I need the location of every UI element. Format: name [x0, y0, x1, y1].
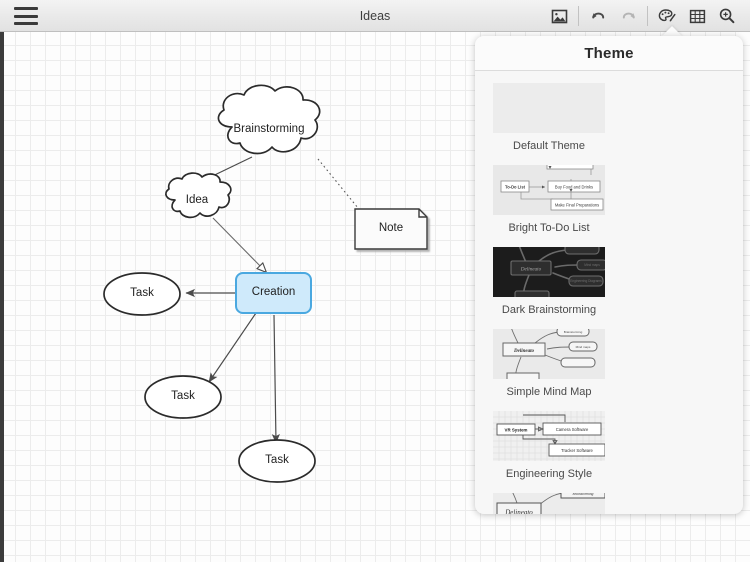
svg-text:Mind maps: Mind maps	[576, 345, 591, 349]
theme-thumbnail-simple-mind-map: Delineato Brainstorming Mind maps	[493, 329, 605, 379]
theme-thumbnail-bright-to-do-list: To-Do List Buy Food and Drinks Make Fina…	[493, 165, 605, 215]
undo-icon[interactable]	[583, 0, 613, 32]
image-icon[interactable]	[544, 0, 574, 32]
edge-idea-creation	[212, 217, 266, 272]
theme-label-dark-brainstorming: Dark Brainstorming	[501, 304, 597, 316]
node-brainstorming[interactable]	[217, 84, 321, 155]
node-idea[interactable]	[165, 172, 232, 219]
theme-thumbnail-cursive-elegant-diagram: Delineato Brainstorming Engineering Diag…	[493, 493, 605, 514]
theme-thumbnail-dark-brainstorming: Delineato Mind maps Engineering Diagrams	[493, 247, 605, 297]
svg-text:Buy Food and Drinks: Buy Food and Drinks	[555, 185, 593, 190]
svg-text:Mind maps: Mind maps	[584, 263, 600, 267]
edge-brainstorming-note	[317, 158, 359, 209]
grid-icon[interactable]	[682, 0, 712, 32]
svg-text:Delineato: Delineato	[504, 509, 533, 515]
svg-text:To-Do List: To-Do List	[505, 185, 526, 190]
theme-item-simple-mind-map[interactable]: Delineato Brainstorming Mind maps Simple…	[487, 329, 611, 399]
hamburger-bar	[14, 22, 38, 25]
toolbar-divider	[647, 6, 648, 26]
theme-label-engineering-style: Engineering Style	[505, 468, 593, 480]
theme-list: Default Theme To-Do List Buy Food and Dr…	[475, 71, 743, 514]
theme-label-default-theme: Default Theme	[513, 140, 585, 152]
zoom-icon[interactable]	[712, 0, 742, 32]
theme-item-dark-brainstorming[interactable]: Delineato Mind maps Engineering Diagrams…	[487, 247, 611, 317]
toolbar-divider	[578, 6, 579, 26]
node-creation[interactable]	[235, 272, 312, 314]
svg-text:Tracker Software: Tracker Software	[561, 448, 593, 453]
svg-text:Delineato: Delineato	[513, 349, 534, 354]
hamburger-menu-icon[interactable]	[14, 7, 38, 25]
svg-text:Engineering Diagrams: Engineering Diagrams	[570, 279, 602, 283]
node-task-2[interactable]	[144, 375, 222, 419]
theme-thumbnail-default-theme	[493, 83, 605, 133]
node-task-3[interactable]	[238, 439, 316, 483]
edge-creation-task3	[271, 314, 280, 444]
hamburger-bar	[14, 7, 38, 10]
svg-text:Brainstorming: Brainstorming	[573, 493, 594, 496]
theme-item-engineering-style[interactable]: VR System Camera Software Tracker Softwa…	[487, 411, 611, 481]
theme-label-bright-to-do-list: Bright To-Do List	[508, 222, 590, 234]
svg-text:Delineato: Delineato	[520, 267, 542, 273]
theme-label-simple-mind-map: Simple Mind Map	[506, 386, 592, 398]
toolbar-actions	[544, 0, 742, 32]
node-note[interactable]	[354, 208, 428, 250]
app-window: Ideas Brainstorming Idea Note Creation T…	[0, 0, 750, 562]
theme-panel[interactable]: Theme Default Theme To-Do List Buy Food …	[475, 36, 743, 514]
theme-panel-title: Theme	[584, 44, 634, 62]
theme-thumbnail-engineering-style: VR System Camera Software Tracker Softwa…	[493, 411, 605, 461]
svg-text:VR System: VR System	[505, 427, 528, 432]
hamburger-bar	[14, 14, 38, 18]
svg-text:Brainstorming: Brainstorming	[564, 330, 583, 334]
svg-text:Camera Software: Camera Software	[556, 427, 589, 432]
edge-creation-task2	[208, 312, 257, 383]
mind-map-diagram[interactable]	[0, 32, 480, 562]
node-task-1[interactable]	[103, 272, 181, 316]
theme-panel-header: Theme	[475, 36, 743, 71]
theme-item-cursive-elegant-diagram[interactable]: Delineato Brainstorming Engineering Diag…	[487, 493, 611, 514]
theme-item-default-theme[interactable]: Default Theme	[487, 83, 611, 153]
theme-item-bright-to-do-list[interactable]: To-Do List Buy Food and Drinks Make Fina…	[487, 165, 611, 235]
redo-icon[interactable]	[613, 0, 643, 32]
top-toolbar: Ideas	[0, 0, 750, 32]
canvas-left-edge	[0, 32, 4, 562]
svg-text:Make Final Preparations: Make Final Preparations	[555, 203, 599, 208]
